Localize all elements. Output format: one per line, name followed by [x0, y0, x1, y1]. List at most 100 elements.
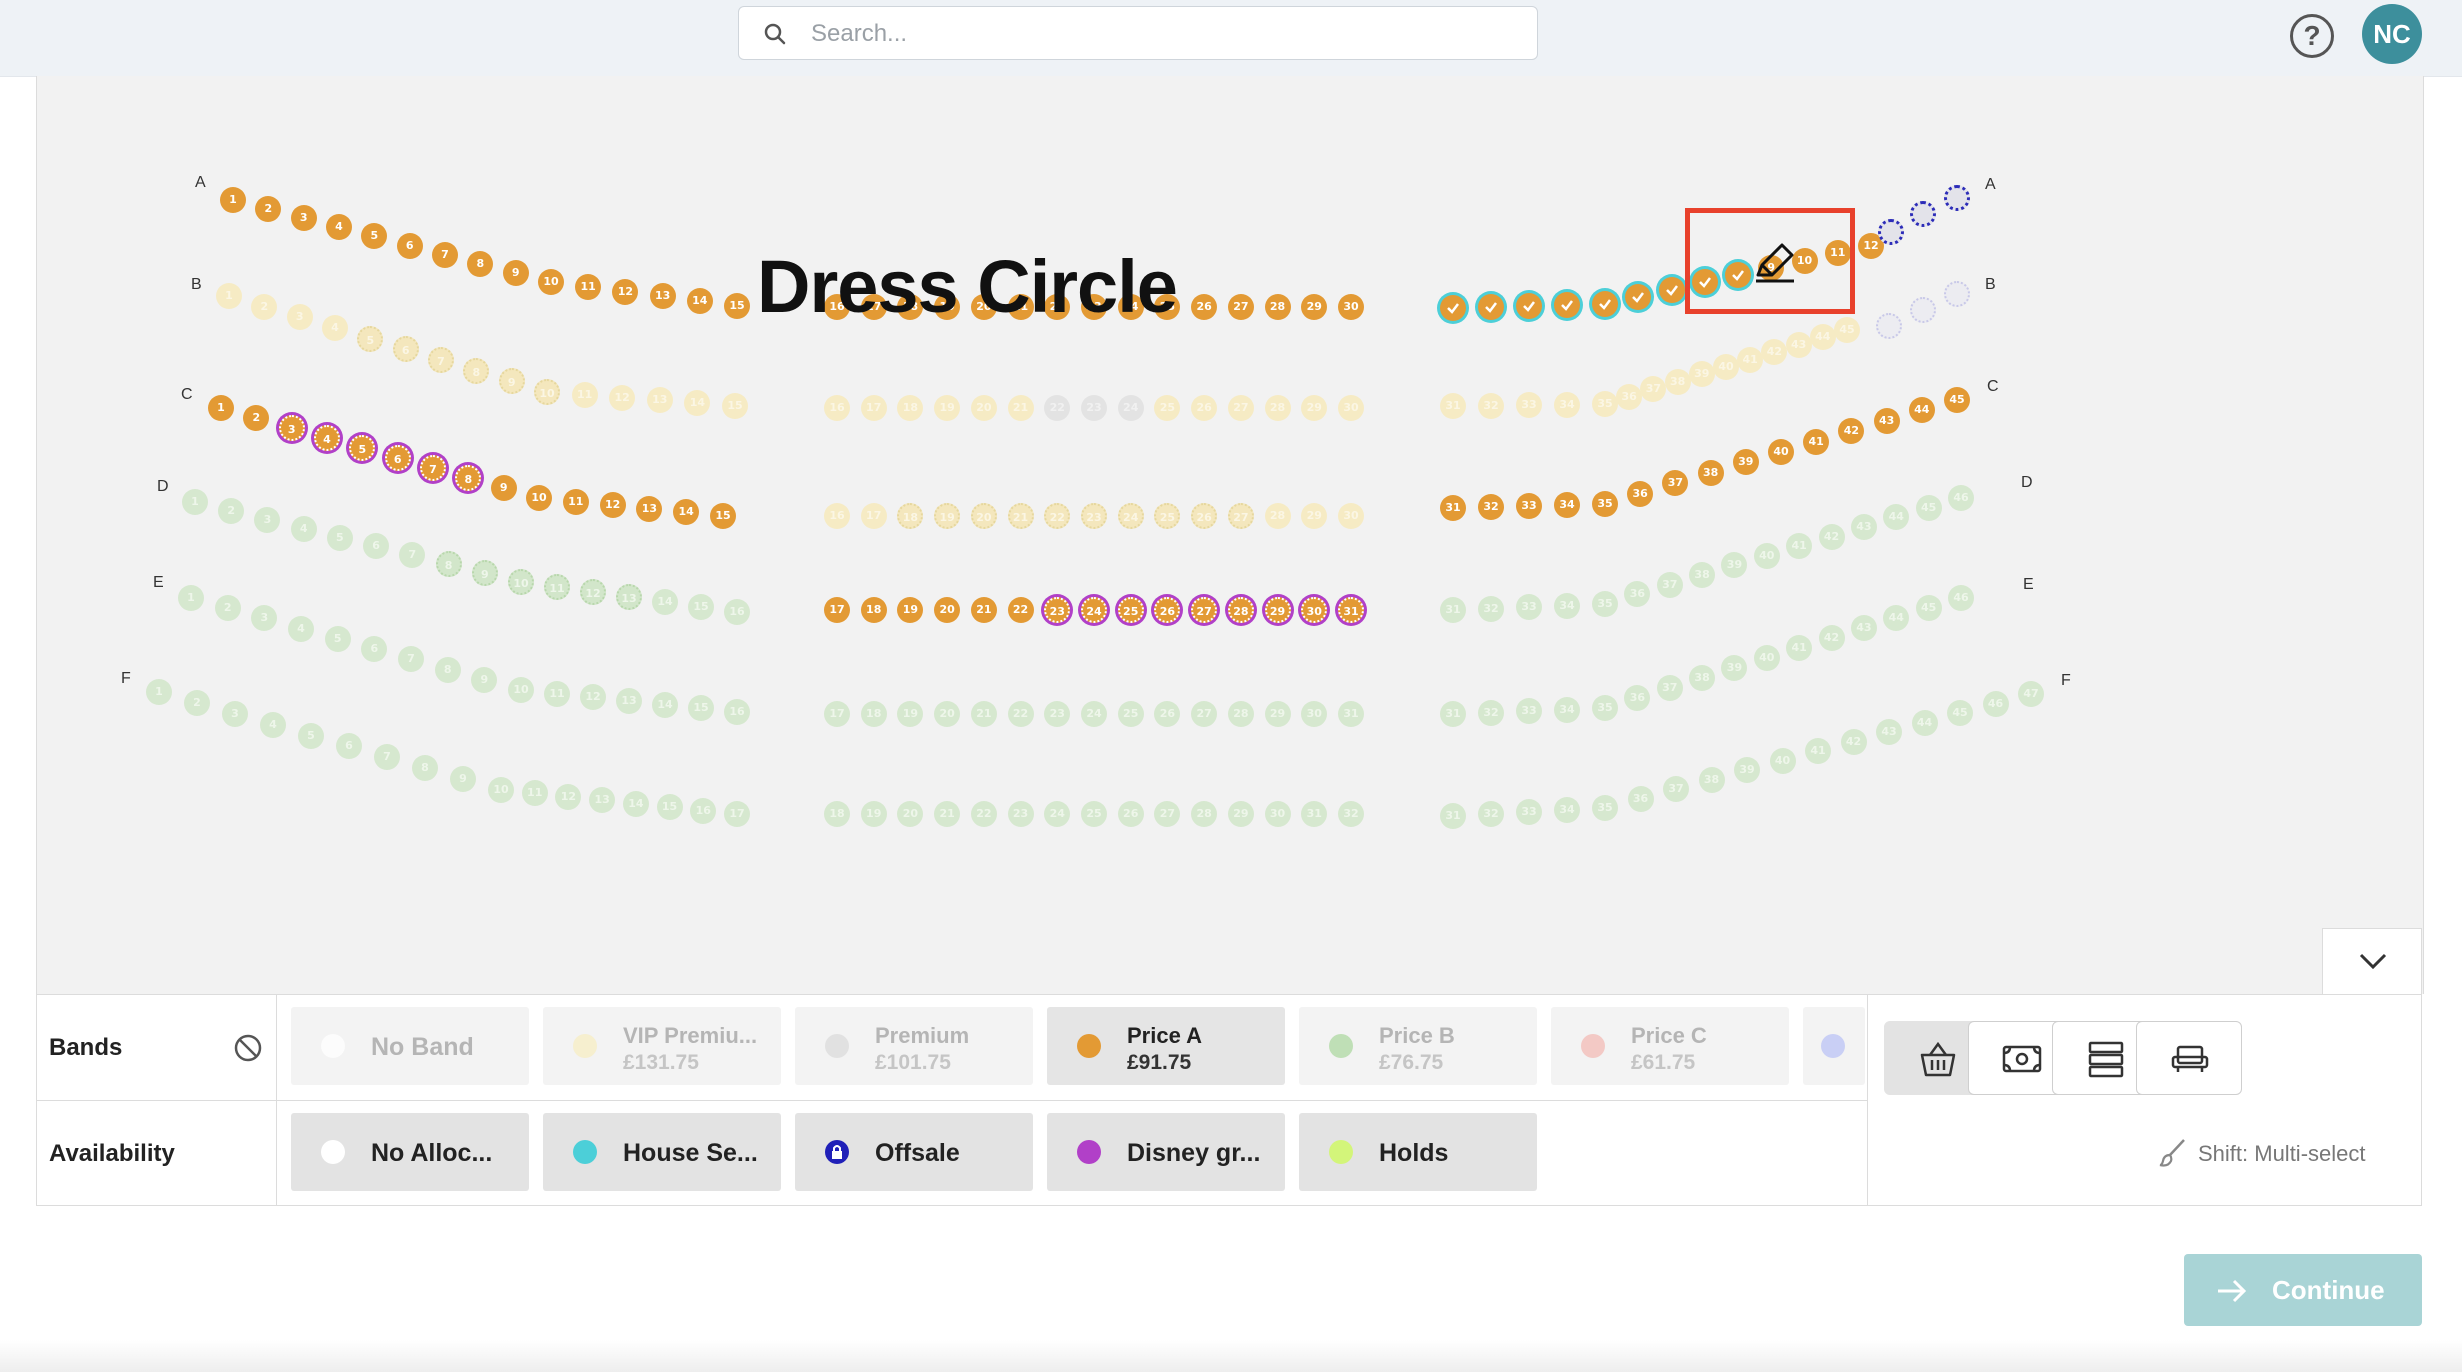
seat[interactable]: 17 — [860, 395, 887, 421]
seat[interactable]: 32 — [1478, 801, 1504, 827]
seat[interactable]: 6 — [396, 232, 423, 259]
seat[interactable]: 17 — [860, 503, 887, 529]
seat[interactable]: 14 — [673, 499, 700, 526]
seat[interactable]: 21 — [1007, 503, 1034, 529]
seat[interactable]: 19 — [897, 701, 924, 727]
seat[interactable]: 11 — [575, 273, 602, 300]
seat[interactable]: 1 — [146, 679, 172, 705]
seat[interactable]: 30 — [1338, 294, 1364, 320]
seat[interactable]: 21 — [1007, 395, 1034, 421]
seat[interactable]: 8 — [463, 357, 490, 384]
seat[interactable]: 12 — [609, 384, 636, 411]
seat[interactable]: 7 — [420, 455, 446, 481]
seat[interactable]: 6 — [384, 445, 411, 471]
seat[interactable] — [1592, 291, 1618, 317]
seat[interactable]: 37 — [1656, 675, 1683, 701]
band-chip[interactable]: Price C £61.75 — [1551, 1007, 1789, 1085]
seat[interactable]: 39 — [1721, 655, 1748, 681]
seat[interactable]: 43 — [1873, 407, 1900, 434]
band-chip[interactable]: No Band — [291, 1007, 529, 1085]
seat[interactable]: 3 — [290, 205, 317, 232]
seat[interactable]: 36 — [1624, 581, 1651, 608]
seat[interactable]: 5 — [324, 625, 351, 652]
band-chip-overflow[interactable] — [1803, 1007, 1865, 1085]
seat[interactable]: 17 — [824, 597, 850, 623]
search-input[interactable] — [809, 15, 1513, 53]
seat[interactable]: 2 — [218, 497, 245, 524]
seat[interactable]: 36 — [1627, 480, 1654, 507]
seat[interactable]: 28 — [1264, 395, 1291, 421]
seat[interactable]: 32 — [1478, 595, 1504, 622]
band-chip[interactable]: Price A £91.75 — [1047, 1007, 1285, 1085]
seat[interactable]: 37 — [1656, 571, 1683, 598]
seat[interactable]: 15 — [656, 794, 683, 821]
seat[interactable]: 37 — [1663, 776, 1689, 802]
seat[interactable]: 28 — [1227, 701, 1254, 727]
availability-chip[interactable]: Disney gr... — [1047, 1113, 1285, 1191]
seat[interactable]: 2 — [214, 595, 241, 622]
seat[interactable]: 3 — [251, 605, 278, 632]
seat[interactable] — [1440, 295, 1466, 321]
seat[interactable]: 46 — [1982, 690, 2009, 717]
seat[interactable]: 6 — [336, 733, 362, 760]
seat[interactable]: 31 — [1338, 701, 1364, 727]
seat[interactable]: 26 — [1191, 395, 1218, 421]
seat[interactable]: 31 — [1338, 597, 1364, 623]
seat[interactable]: 3 — [278, 415, 305, 441]
seat[interactable]: 27 — [1154, 801, 1181, 827]
seat[interactable]: 27 — [1227, 294, 1254, 320]
seat[interactable]: 29 — [1301, 395, 1328, 421]
seat[interactable]: 16 — [724, 599, 750, 625]
seat[interactable]: 40 — [1753, 542, 1780, 569]
seat[interactable]: 42 — [1840, 728, 1867, 755]
seat[interactable]: 10 — [534, 379, 560, 405]
seat[interactable]: 44 — [1911, 709, 1938, 736]
seat[interactable]: 46 — [1948, 485, 1974, 511]
seat[interactable]: 11 — [571, 381, 598, 408]
seat[interactable]: 7 — [398, 646, 424, 673]
seat[interactable]: 21 — [934, 801, 961, 827]
seat[interactable] — [1516, 293, 1542, 319]
seat[interactable]: 44 — [1908, 397, 1935, 424]
band-chip[interactable]: Price B £76.75 — [1299, 1007, 1537, 1085]
seat[interactable]: 17 — [724, 801, 750, 827]
seat[interactable]: 10 — [488, 777, 514, 803]
seat[interactable]: 27 — [1227, 503, 1254, 529]
seat[interactable]: 40 — [1713, 354, 1739, 380]
seat[interactable]: 13 — [646, 387, 673, 414]
seat[interactable]: 39 — [1734, 757, 1760, 783]
seat[interactable]: 45 — [1947, 700, 1973, 726]
seat[interactable]: 12 — [555, 783, 582, 810]
seat[interactable]: 46 — [1948, 585, 1974, 611]
seat[interactable]: 29 — [1301, 503, 1328, 529]
seat[interactable]: 42 — [1761, 339, 1788, 366]
seat[interactable] — [1478, 294, 1504, 320]
seat[interactable]: 44 — [1809, 324, 1836, 351]
seat[interactable]: 40 — [1768, 439, 1794, 465]
seat[interactable]: 28 — [1264, 503, 1291, 529]
availability-chip[interactable]: House Se... — [543, 1113, 781, 1191]
seat[interactable]: 16 — [690, 797, 717, 824]
seat[interactable]: 9 — [471, 666, 498, 693]
seat[interactable]: 15 — [722, 393, 748, 419]
seat[interactable]: 7 — [374, 744, 400, 771]
seat[interactable]: 15 — [710, 503, 736, 529]
band-chip[interactable]: Premium £101.75 — [795, 1007, 1033, 1085]
seat[interactable]: 36 — [1616, 383, 1643, 410]
seat[interactable]: 12 — [599, 492, 626, 519]
seat[interactable]: 21 — [970, 701, 997, 727]
seat[interactable]: 33 — [1516, 799, 1542, 825]
seat[interactable]: 23 — [1044, 701, 1071, 727]
seat[interactable]: 25 — [1117, 701, 1144, 727]
availability-chip[interactable]: Offsale — [795, 1113, 1033, 1191]
seat[interactable]: 31 — [1440, 495, 1466, 521]
seat[interactable]: 42 — [1818, 523, 1845, 550]
seat[interactable]: 37 — [1662, 470, 1689, 497]
seat[interactable]: 24 — [1044, 801, 1071, 827]
seat[interactable] — [1658, 276, 1685, 303]
seat[interactable]: 19 — [897, 597, 924, 623]
seat[interactable]: 26 — [1154, 597, 1181, 623]
seat[interactable]: 22 — [1007, 597, 1034, 623]
seat[interactable]: 14 — [684, 390, 711, 417]
seat[interactable]: 23 — [1081, 395, 1107, 421]
